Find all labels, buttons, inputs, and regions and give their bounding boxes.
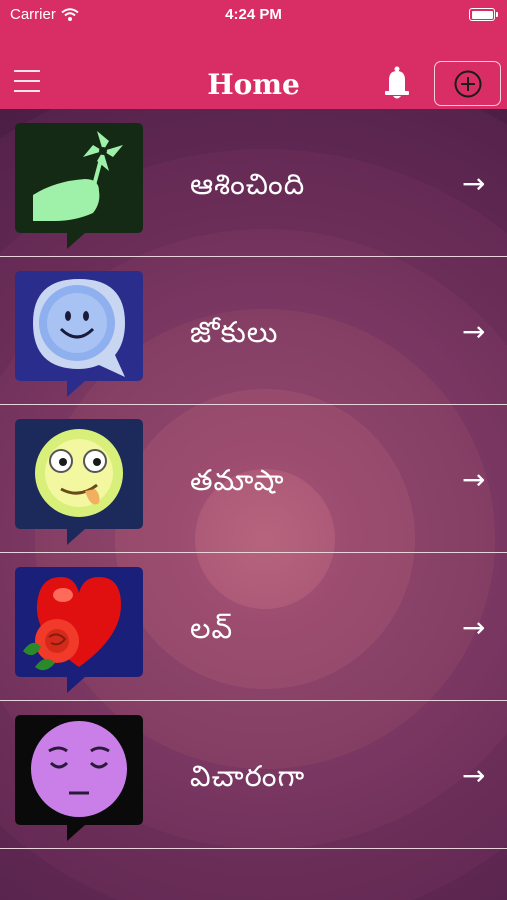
- category-label: ఆశించింది: [190, 167, 306, 201]
- bell-icon[interactable]: [381, 65, 413, 101]
- add-button[interactable]: [434, 61, 501, 106]
- category-label: జోకులు: [190, 315, 279, 349]
- category-label: విచారంగా: [190, 759, 306, 793]
- arrow-right-icon[interactable]: →: [462, 759, 485, 792]
- category-list: ఆశించింది → జోకులు → తమాషా → లవ్ → విచార…: [0, 109, 507, 900]
- hand-pinwheel-icon: [15, 123, 143, 249]
- smiley-bubble-icon: [15, 271, 143, 397]
- list-item[interactable]: తమాషా →: [0, 405, 507, 553]
- arrow-right-icon[interactable]: →: [462, 315, 485, 348]
- sad-face-icon: [15, 715, 143, 841]
- battery-icon: [469, 8, 498, 21]
- arrow-right-icon[interactable]: →: [462, 463, 485, 496]
- nav-bar: Home: [0, 30, 507, 109]
- category-label: తమాషా: [190, 463, 285, 497]
- list-item[interactable]: లవ్ →: [0, 553, 507, 701]
- page-title: Home: [207, 68, 300, 101]
- list-item[interactable]: జోకులు →: [0, 257, 507, 405]
- arrow-right-icon[interactable]: →: [462, 611, 485, 644]
- category-label: లవ్: [190, 611, 234, 645]
- heart-rose-icon: [15, 567, 143, 693]
- tongue-out-face-icon: [15, 419, 143, 545]
- list-item[interactable]: ఆశించింది →: [0, 109, 507, 257]
- status-bar: Carrier 4:24 PM: [0, 0, 507, 30]
- status-time: 4:24 PM: [225, 6, 282, 23]
- plus-circle-icon: [454, 70, 481, 97]
- arrow-right-icon[interactable]: →: [462, 167, 485, 200]
- list-item[interactable]: విచారంగా →: [0, 701, 507, 849]
